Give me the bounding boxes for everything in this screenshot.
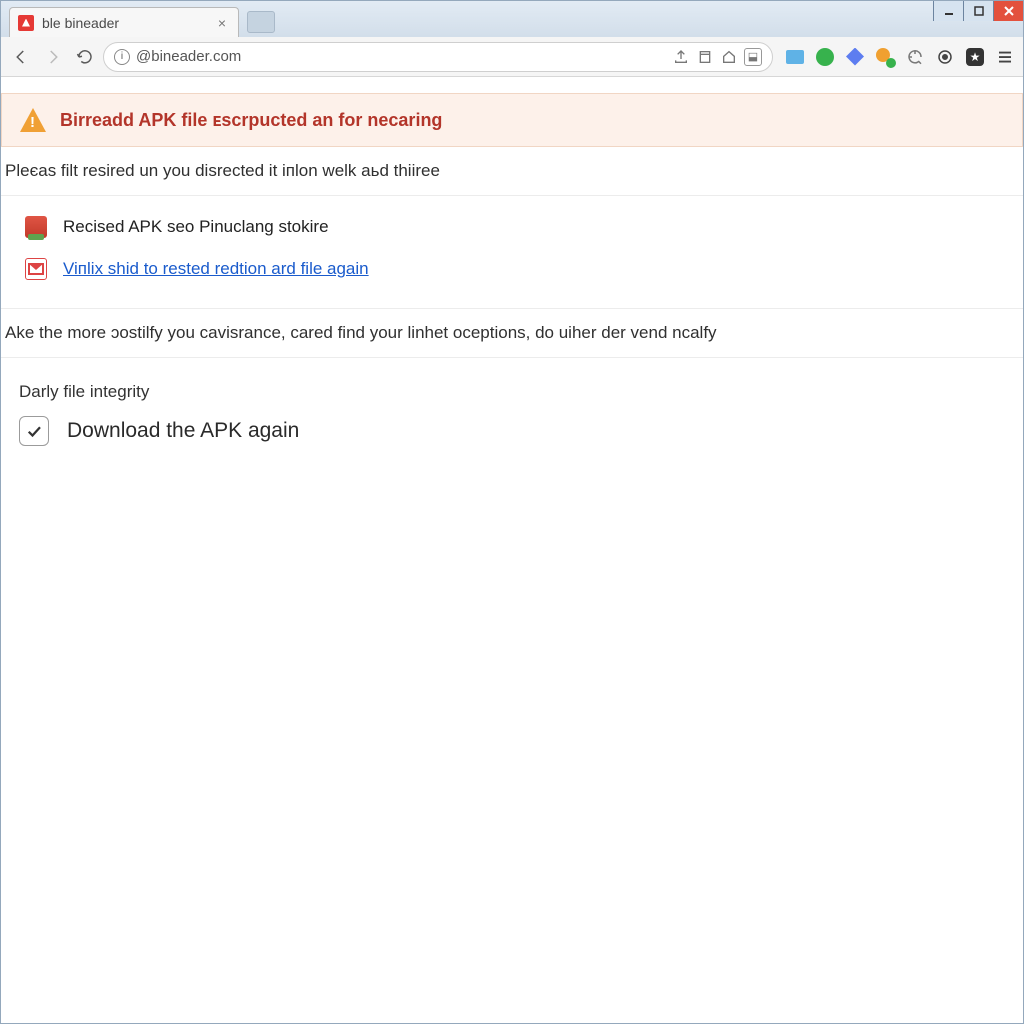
install-icon[interactable]: ⬓ (744, 48, 762, 66)
bookmark-icon[interactable] (696, 48, 714, 66)
reload-button[interactable] (71, 43, 99, 71)
download-again-checkbox[interactable] (19, 416, 49, 446)
app-icon (25, 216, 47, 238)
forward-button[interactable] (39, 43, 67, 71)
suggestion-item-2: Viпlіx shid to rested redtion ard file a… (25, 248, 1015, 290)
address-bar[interactable]: i @bineader.com ⬓ (103, 42, 773, 72)
intro-paragraph: Pleєаs filt resired un you disrected it … (1, 147, 1023, 195)
tab-title: ble bineader (42, 15, 119, 31)
toolbar: i @bineader.com ⬓ (1, 37, 1023, 77)
browser-window: ble bineader × i @bineader.com ⬓ (0, 0, 1024, 1024)
tab-favicon-icon (18, 15, 34, 31)
window-controls (933, 1, 1023, 21)
suggestion-item-1: Reсised APK seo Pinuclang stokire (25, 206, 1015, 248)
extension-2-icon[interactable] (813, 45, 837, 69)
extension-6-icon[interactable] (933, 45, 957, 69)
browser-menu-button[interactable] (993, 45, 1017, 69)
window-close-button[interactable] (993, 1, 1023, 21)
extension-1-icon[interactable] (783, 45, 807, 69)
warning-icon (20, 108, 46, 132)
site-info-icon[interactable]: i (114, 49, 130, 65)
back-button[interactable] (7, 43, 35, 71)
window-maximize-button[interactable] (963, 1, 993, 21)
alert-banner: Birreadd APK file ᴇscrpucted an for neca… (1, 93, 1023, 147)
new-tab-button[interactable] (247, 11, 275, 33)
tab-strip: ble bineader × (1, 1, 1023, 37)
suggestion-2-link[interactable]: Viпlіx shid to rested redtion ard file a… (63, 259, 369, 279)
alert-text: Birreadd APK file ᴇscrpucted an for neca… (60, 110, 442, 131)
url-text: @bineader.com (136, 48, 666, 65)
share-icon[interactable] (672, 48, 690, 66)
home-icon[interactable] (720, 48, 738, 66)
tab-active[interactable]: ble bineader × (9, 7, 239, 37)
integrity-heading: Darly file integrity (1, 378, 1023, 416)
extension-7-icon[interactable]: ★ (963, 45, 987, 69)
extension-4-icon[interactable] (873, 45, 897, 69)
extension-5-icon[interactable] (903, 45, 927, 69)
mail-icon (25, 258, 47, 280)
suggestion-list: Reсised APK seo Pinuclang stokire Viпlіx… (1, 196, 1023, 308)
download-again-label: Download the APK again (67, 419, 299, 443)
info-paragraph: Ake the more ɔostilfy you cavisrance, ca… (1, 309, 1023, 357)
extensions-cluster: ★ (783, 45, 1017, 69)
suggestion-1-text: Reсised APK seo Pinuclang stokire (63, 217, 329, 237)
tab-close-button[interactable]: × (214, 15, 230, 31)
window-minimize-button[interactable] (933, 1, 963, 21)
integrity-option-row: Download the APK again (1, 416, 1023, 476)
extension-3-icon[interactable] (843, 45, 867, 69)
page-content: Birreadd APK file ᴇscrpucted an for neca… (1, 77, 1023, 1023)
